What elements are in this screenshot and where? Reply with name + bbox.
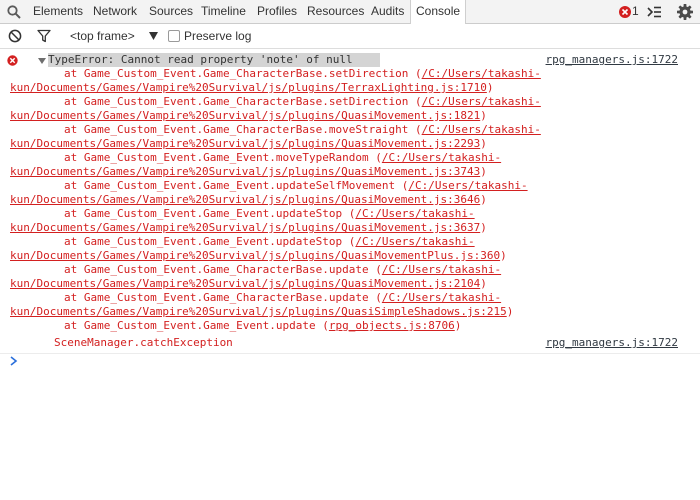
tab-network[interactable]: Network bbox=[93, 0, 137, 23]
stack-frame-line: at Game_Custom_Event.Game_CharacterBase.… bbox=[64, 291, 502, 304]
stack-frame-link[interactable]: kun/Documents/Games/Vampire%20Survival/j… bbox=[10, 305, 507, 318]
stack-frame-line: kun/Documents/Games/Vampire%20Survival/j… bbox=[10, 249, 507, 262]
frame-selector[interactable]: <top frame> bbox=[70, 24, 135, 48]
stack-frame-link[interactable]: kun/Documents/Games/Vampire%20Survival/j… bbox=[10, 137, 480, 150]
stack-frame-line: kun/Documents/Games/Vampire%20Survival/j… bbox=[10, 305, 514, 318]
error-count-icon[interactable] bbox=[618, 5, 632, 19]
inspect-search-icon[interactable] bbox=[6, 4, 22, 20]
gear-icon[interactable] bbox=[676, 3, 694, 21]
tab-profiles[interactable]: Profiles bbox=[257, 0, 297, 23]
stack-frame-line: kun/Documents/Games/Vampire%20Survival/j… bbox=[10, 137, 487, 150]
stack-frame-line: at Game_Custom_Event.Game_CharacterBase.… bbox=[64, 95, 541, 108]
preserve-log-checkbox[interactable] bbox=[168, 30, 180, 42]
stack-frame-line: at Game_Custom_Event.Game_CharacterBase.… bbox=[64, 263, 502, 276]
stack-frame-link[interactable]: kun/Documents/Games/Vampire%20Survival/j… bbox=[10, 221, 480, 234]
console-error-message: TypeError: Cannot read property 'note' o… bbox=[0, 49, 700, 353]
stack-frame-link[interactable]: /C:/Users/takashi- bbox=[408, 179, 527, 192]
stack-frame-link[interactable]: /C:/Users/takashi- bbox=[422, 67, 541, 80]
error-icon bbox=[7, 55, 18, 66]
caret-down-icon[interactable] bbox=[149, 32, 158, 40]
console-log-message: SceneManager.catchException rpg_managers… bbox=[0, 332, 700, 354]
stack-frame-line: at Game_Custom_Event.Game_CharacterBase.… bbox=[64, 67, 541, 80]
stack-frame-line: kun/Documents/Games/Vampire%20Survival/j… bbox=[10, 221, 487, 234]
stack-frame-line: kun/Documents/Games/Vampire%20Survival/j… bbox=[10, 193, 487, 206]
tab-timeline[interactable]: Timeline bbox=[201, 0, 246, 23]
stack-frame-link[interactable]: kun/Documents/Games/Vampire%20Survival/j… bbox=[10, 109, 480, 122]
expand-triangle-icon[interactable] bbox=[38, 57, 46, 65]
preserve-log-label[interactable]: Preserve log bbox=[184, 24, 251, 48]
tab-audits[interactable]: Audits bbox=[371, 0, 404, 23]
stack-frame-line: at Game_Custom_Event.Game_Event.updateSe… bbox=[64, 179, 528, 192]
tab-console[interactable]: Console bbox=[410, 0, 467, 24]
log-message-text: SceneManager.catchException bbox=[54, 336, 233, 349]
stack-frame-line: at Game_Custom_Event.Game_Event.updateSt… bbox=[64, 235, 475, 248]
stack-frame-link[interactable]: /C:/Users/takashi- bbox=[382, 151, 501, 164]
stack-trace: at Game_Custom_Event.Game_CharacterBase.… bbox=[10, 67, 570, 333]
error-source-link[interactable]: rpg_managers.js:1722 bbox=[546, 53, 678, 67]
stack-frame-line: at Game_Custom_Event.Game_Event.update (… bbox=[64, 319, 462, 332]
tab-sources[interactable]: Sources bbox=[149, 0, 193, 23]
stack-frame-link[interactable]: kun/Documents/Games/Vampire%20Survival/j… bbox=[10, 249, 500, 262]
show-drawer-icon[interactable] bbox=[646, 4, 662, 20]
stack-frame-line: kun/Documents/Games/Vampire%20Survival/j… bbox=[10, 81, 494, 94]
stack-frame-link[interactable]: /C:/Users/takashi- bbox=[422, 95, 541, 108]
tab-elements[interactable]: Elements bbox=[33, 0, 83, 23]
stack-frame-link[interactable]: kun/Documents/Games/Vampire%20Survival/j… bbox=[10, 193, 480, 206]
console-messages: TypeError: Cannot read property 'note' o… bbox=[0, 49, 700, 500]
console-toolbar: <top frame> Preserve log bbox=[0, 24, 700, 49]
console-prompt-icon[interactable] bbox=[8, 354, 20, 368]
stack-frame-link[interactable]: /C:/Users/takashi- bbox=[355, 207, 474, 220]
stack-frame-line: kun/Documents/Games/Vampire%20Survival/j… bbox=[10, 277, 487, 290]
error-message-text[interactable]: TypeError: Cannot read property 'note' o… bbox=[48, 53, 380, 67]
error-count[interactable]: 1 bbox=[632, 0, 639, 23]
stack-frame-line: at Game_Custom_Event.Game_CharacterBase.… bbox=[64, 123, 541, 136]
stack-frame-link[interactable]: rpg_objects.js:8706 bbox=[329, 319, 455, 332]
stack-frame-link[interactable]: /C:/Users/takashi- bbox=[382, 263, 501, 276]
stack-frame-link[interactable]: /C:/Users/takashi- bbox=[422, 123, 541, 136]
stack-frame-link[interactable]: kun/Documents/Games/Vampire%20Survival/j… bbox=[10, 81, 487, 94]
tab-resources[interactable]: Resources bbox=[307, 0, 364, 23]
stack-frame-line: at Game_Custom_Event.Game_Event.updateSt… bbox=[64, 207, 475, 220]
stack-frame-line: at Game_Custom_Event.Game_Event.moveType… bbox=[64, 151, 502, 164]
filter-icon[interactable] bbox=[37, 29, 51, 43]
stack-frame-line: kun/Documents/Games/Vampire%20Survival/j… bbox=[10, 165, 487, 178]
devtools-tab-bar: Elements Network Sources Timeline Profil… bbox=[0, 0, 700, 24]
clear-console-icon[interactable] bbox=[8, 29, 22, 43]
stack-frame-link[interactable]: kun/Documents/Games/Vampire%20Survival/j… bbox=[10, 277, 480, 290]
stack-frame-link[interactable]: /C:/Users/takashi- bbox=[355, 235, 474, 248]
stack-frame-link[interactable]: kun/Documents/Games/Vampire%20Survival/j… bbox=[10, 165, 480, 178]
log-source-link[interactable]: rpg_managers.js:1722 bbox=[546, 336, 678, 350]
stack-frame-link[interactable]: /C:/Users/takashi- bbox=[382, 291, 501, 304]
stack-frame-line: kun/Documents/Games/Vampire%20Survival/j… bbox=[10, 109, 487, 122]
